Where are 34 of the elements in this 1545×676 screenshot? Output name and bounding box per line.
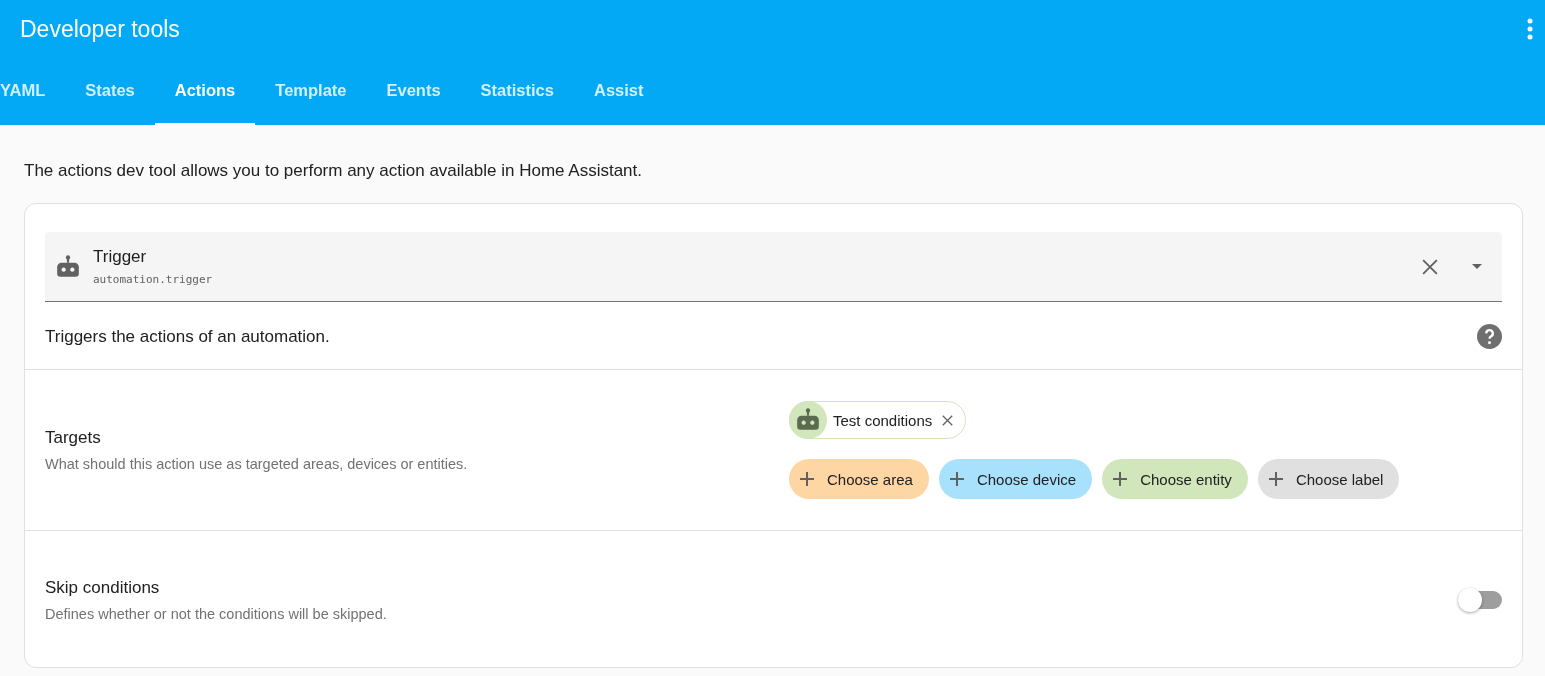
- intro-text: The actions dev tool allows you to perform any action available in Home Assistant.: [24, 161, 643, 181]
- nav-tab[interactable]: Assist: [574, 58, 664, 125]
- more-vertical-icon: [1527, 18, 1533, 40]
- robot-icon: [55, 254, 81, 279]
- robot-icon: [795, 408, 821, 432]
- page-title: Developer tools: [20, 15, 180, 43]
- action-select-field[interactable]: Trigger automation.trigger: [45, 232, 1502, 302]
- action-id: automation.trigger: [93, 273, 214, 286]
- plus-icon: [1267, 471, 1284, 487]
- targets-title: Targets: [45, 428, 102, 448]
- nav-tab[interactable]: Events: [366, 58, 461, 125]
- add-target-button[interactable]: Choose entity: [1102, 459, 1248, 499]
- nav-tab[interactable]: Actions: [154, 58, 256, 125]
- plus-icon: [799, 471, 815, 487]
- add-target-button[interactable]: Choose area: [789, 459, 929, 499]
- toggle-switch[interactable]: [1458, 591, 1502, 609]
- nav-tab[interactable]: YAML: [0, 58, 66, 125]
- targets-description: What should this action use as targeted areas, devices or entities.: [45, 456, 469, 472]
- help-icon[interactable]: [1477, 324, 1502, 349]
- nav-tab[interactable]: Statistics: [460, 58, 574, 125]
- action-name: Trigger: [93, 247, 148, 267]
- add-target-button[interactable]: Choose label: [1257, 459, 1400, 499]
- caret-icon: [1472, 264, 1482, 269]
- skip-title: Skip conditions: [45, 578, 161, 598]
- add-target-button[interactable]: Choose device: [938, 459, 1093, 499]
- action-description: Triggers the actions of an automation.: [45, 326, 330, 347]
- skip-description: Defines whether or not the conditions will be skipped.: [45, 606, 388, 622]
- plus-icon: [1112, 471, 1129, 487]
- close-icon: [1422, 258, 1438, 275]
- close-icon: [942, 414, 954, 426]
- nav-tab[interactable]: Template: [255, 58, 367, 125]
- plus-icon: [948, 471, 965, 487]
- nav-tab[interactable]: States: [65, 58, 155, 125]
- chip-label: Test conditions: [833, 411, 933, 429]
